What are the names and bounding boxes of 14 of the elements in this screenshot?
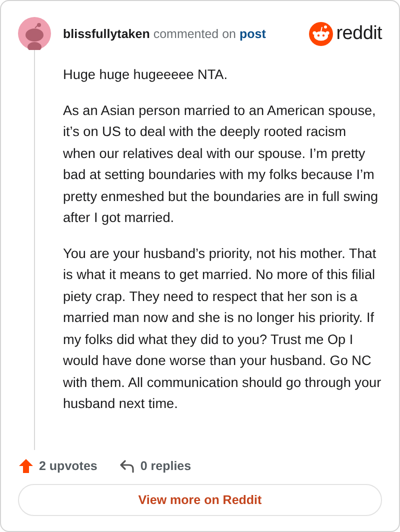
username[interactable]: blissfullytaken <box>63 26 150 40</box>
reddit-logo-icon <box>309 22 334 46</box>
brand-wordmark: reddit <box>336 22 382 44</box>
upvote-icon[interactable] <box>18 458 34 474</box>
action-text: commented on <box>153 26 236 40</box>
upvote-count: 2 upvotes <box>39 459 98 473</box>
post-link[interactable]: post <box>240 26 266 40</box>
comment-paragraph: You are your husband’s priority, not his mother. That is what it means to get married. No more of this filial piety crap. They need to respect that her son is a married man now and she is no longer his priority. If my folks did what they did to you? Trust me Op I would have done worse than your husband. Go NC with them. All communication should go through your husband next time. <box>63 244 382 413</box>
avatar-icon <box>18 17 51 50</box>
reply-count: 0 replies <box>140 459 192 473</box>
comment-paragraph: As an Asian person married to an American spouse, it’s on US to deal with the deeply rooted racism when our relatives deal with our spouse. I’m pretty bad at setting boundaries with my folks because I’m pretty enmeshed but the boundaries are in full swing after I got married. <box>63 102 380 227</box>
reply-icon[interactable] <box>119 458 136 474</box>
comment-paragraph: Huge huge hugeeeee NTA. <box>63 66 229 84</box>
view-more-button[interactable]: View more on Reddit <box>18 484 382 516</box>
